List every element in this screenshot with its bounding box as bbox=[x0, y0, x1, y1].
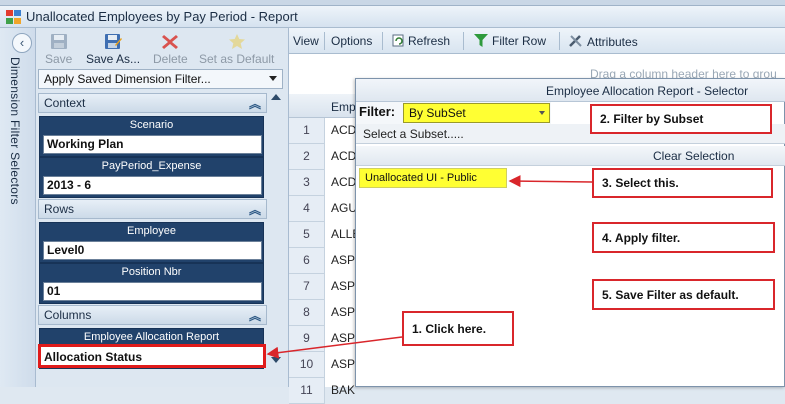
apply-saved-filter-dropdown[interactable]: Apply Saved Dimension Filter... bbox=[38, 69, 283, 89]
refresh-label: Refresh bbox=[408, 34, 451, 48]
delete-x-icon bbox=[162, 35, 179, 49]
subset-list-item[interactable]: Unallocated UI - Public bbox=[359, 168, 507, 188]
employee-selector[interactable]: Employee Level0 bbox=[39, 222, 264, 263]
employee-cell[interactable]: ASP bbox=[331, 357, 355, 371]
columns-section-title: Columns bbox=[44, 308, 92, 322]
save-button[interactable]: Save bbox=[45, 33, 72, 66]
options-menu[interactable]: Options bbox=[331, 34, 372, 48]
callout-3: 3. Select this. bbox=[592, 168, 773, 198]
employee-cell[interactable]: AGU bbox=[331, 201, 357, 215]
scenario-selector[interactable]: Scenario Working Plan bbox=[39, 116, 264, 157]
employee-cell[interactable]: ASP bbox=[331, 305, 355, 319]
dropdown-arrow-icon bbox=[269, 76, 277, 81]
app-icon bbox=[6, 10, 21, 24]
delete-label: Delete bbox=[153, 52, 188, 66]
collapse-chevron-icon[interactable]: ︽ bbox=[249, 201, 261, 218]
row-number[interactable]: 1 bbox=[289, 118, 325, 144]
scenario-value[interactable]: Working Plan bbox=[43, 135, 262, 154]
chevron-left-icon[interactable]: ‹ bbox=[12, 33, 32, 53]
row-number[interactable]: 3 bbox=[289, 170, 325, 196]
panel-scrollbar[interactable] bbox=[268, 92, 284, 367]
funnel-icon bbox=[474, 34, 488, 47]
window-title: Unallocated Employees by Pay Period - Re… bbox=[26, 9, 298, 24]
save-as-icon bbox=[105, 34, 123, 49]
clear-selection-button[interactable]: Clear Selection bbox=[653, 149, 734, 163]
save-label: Save bbox=[45, 52, 73, 66]
employee-cell[interactable]: ASP bbox=[331, 331, 355, 345]
rows-section-header[interactable]: Rows ︽ bbox=[38, 199, 267, 219]
employee-column-header[interactable]: Emp bbox=[331, 100, 356, 114]
set-as-default-label: Set as Default bbox=[199, 52, 275, 66]
employee-cell[interactable]: ASP bbox=[331, 279, 355, 293]
employee-value[interactable]: Level0 bbox=[43, 241, 262, 260]
row-number[interactable]: 10 bbox=[289, 352, 325, 378]
employee-cell[interactable]: BAK bbox=[331, 383, 355, 397]
toolbar-separator bbox=[559, 32, 560, 50]
allocation-status-value[interactable]: Allocation Status bbox=[38, 344, 266, 368]
payperiod-selector[interactable]: PayPeriod_Expense 2013 - 6 bbox=[39, 157, 264, 198]
employee-caption: Employee bbox=[127, 225, 176, 237]
row-number[interactable]: 8 bbox=[289, 300, 325, 326]
context-section-header[interactable]: Context ︽ bbox=[38, 93, 267, 113]
allocation-selector[interactable]: Employee Allocation Report Allocation St… bbox=[38, 328, 266, 369]
position-caption: Position Nbr bbox=[121, 266, 182, 278]
callout-5: 5. Save Filter as default. bbox=[592, 279, 775, 310]
row-number[interactable]: 2 bbox=[289, 144, 325, 170]
set-as-default-button[interactable]: Set as Default bbox=[199, 33, 274, 66]
collapse-chevron-icon[interactable]: ︽ bbox=[249, 307, 261, 324]
payperiod-value[interactable]: 2013 - 6 bbox=[43, 176, 262, 195]
scroll-up-icon[interactable] bbox=[271, 94, 281, 100]
filter-by-value: By SubSet bbox=[409, 106, 466, 120]
position-value[interactable]: 01 bbox=[43, 282, 262, 301]
scroll-down-icon[interactable] bbox=[271, 357, 281, 363]
employee-cell[interactable]: ACD bbox=[331, 149, 356, 163]
rows-section-title: Rows bbox=[44, 202, 75, 216]
row-number[interactable]: 7 bbox=[289, 274, 325, 300]
position-selector[interactable]: Position Nbr 01 bbox=[39, 263, 264, 304]
save-as-label: Save As... bbox=[86, 52, 141, 66]
columns-section-header[interactable]: Columns ︽ bbox=[38, 305, 267, 325]
toolbar-separator bbox=[463, 32, 464, 50]
refresh-page-icon bbox=[392, 34, 404, 47]
row-number[interactable]: 9 bbox=[289, 326, 325, 352]
employee-cell[interactable]: ACD bbox=[331, 123, 356, 137]
callout-1: 1. Click here. bbox=[402, 311, 514, 346]
row-number[interactable]: 6 bbox=[289, 248, 325, 274]
delete-button[interactable]: Delete bbox=[153, 33, 188, 66]
filter-by-select[interactable]: By SubSet bbox=[403, 103, 550, 123]
dialog-title: Employee Allocation Report - Selector bbox=[546, 84, 749, 98]
collapse-chevron-icon[interactable]: ︽ bbox=[249, 95, 261, 112]
attributes-label: Attributes bbox=[587, 35, 638, 49]
toolbar-separator bbox=[324, 32, 325, 50]
filter-row-button[interactable]: Filter Row bbox=[474, 34, 546, 48]
filter-label: Filter: bbox=[359, 104, 396, 119]
floppy-disk-icon bbox=[50, 34, 67, 49]
row-number[interactable]: 11 bbox=[289, 378, 325, 404]
wrench-icon bbox=[569, 35, 582, 47]
allocation-caption: Employee Allocation Report bbox=[83, 331, 220, 343]
dimension-filter-selectors-label[interactable]: Dimension Filter Selectors bbox=[8, 57, 22, 205]
context-section-title: Context bbox=[44, 96, 86, 110]
employee-cell[interactable]: ASP bbox=[331, 253, 355, 267]
scenario-caption: Scenario bbox=[129, 119, 174, 131]
employee-cell[interactable]: ACD bbox=[331, 175, 356, 189]
apply-saved-filter-value: Apply Saved Dimension Filter... bbox=[44, 72, 211, 86]
dropdown-arrow-icon bbox=[539, 111, 545, 115]
callout-4: 4. Apply filter. bbox=[592, 222, 775, 253]
select-subset-label: Select a Subset..... bbox=[363, 127, 464, 141]
toolbar-separator bbox=[382, 32, 383, 50]
star-icon bbox=[228, 34, 245, 49]
save-as-button[interactable]: Save As... bbox=[86, 33, 140, 66]
callout-2: 2. Filter by Subset bbox=[590, 104, 772, 134]
row-number[interactable]: 4 bbox=[289, 196, 325, 222]
row-number[interactable]: 5 bbox=[289, 222, 325, 248]
payperiod-caption: PayPeriod_Expense bbox=[101, 160, 202, 172]
attributes-button[interactable]: Attributes bbox=[568, 34, 638, 49]
filter-row-label: Filter Row bbox=[492, 34, 547, 48]
view-menu[interactable]: View bbox=[293, 34, 319, 48]
refresh-button[interactable]: Refresh bbox=[392, 34, 450, 48]
